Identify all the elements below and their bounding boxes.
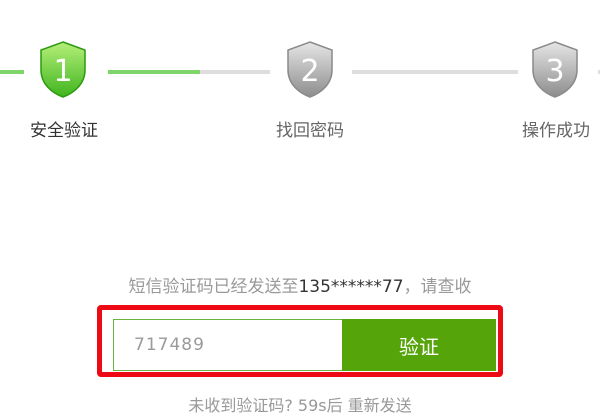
sms-sent-message: 短信验证码已经发送至135******77，请查收 xyxy=(128,272,471,297)
step-2-number: 2 xyxy=(300,54,319,89)
step-3-shield-icon: 3 xyxy=(530,40,580,98)
progress-line-pending xyxy=(352,70,518,74)
resend-code-text[interactable]: 未收到验证码? 59s后 重新发送 xyxy=(188,392,411,416)
step-3-label: 操作成功 xyxy=(522,121,590,141)
progress-line-completed xyxy=(0,70,24,74)
progress-line-pending xyxy=(200,70,270,74)
masked-phone-number: 135******77 xyxy=(298,277,404,297)
verification-code-input[interactable] xyxy=(113,319,343,371)
step-3-number: 3 xyxy=(545,54,564,89)
step-1-number: 1 xyxy=(53,54,72,89)
step-1-label: 安全验证 xyxy=(30,121,98,141)
sms-message-suffix: ，请查收 xyxy=(403,277,472,297)
step-2-shield-icon: 2 xyxy=(285,40,335,98)
step-1-shield-icon: 1 xyxy=(38,40,88,98)
progress-line-active xyxy=(108,70,200,74)
verify-button[interactable]: 验证 xyxy=(342,319,496,371)
sms-message-prefix: 短信验证码已经发送至 xyxy=(128,277,299,297)
step-2-label: 找回密码 xyxy=(276,121,344,141)
